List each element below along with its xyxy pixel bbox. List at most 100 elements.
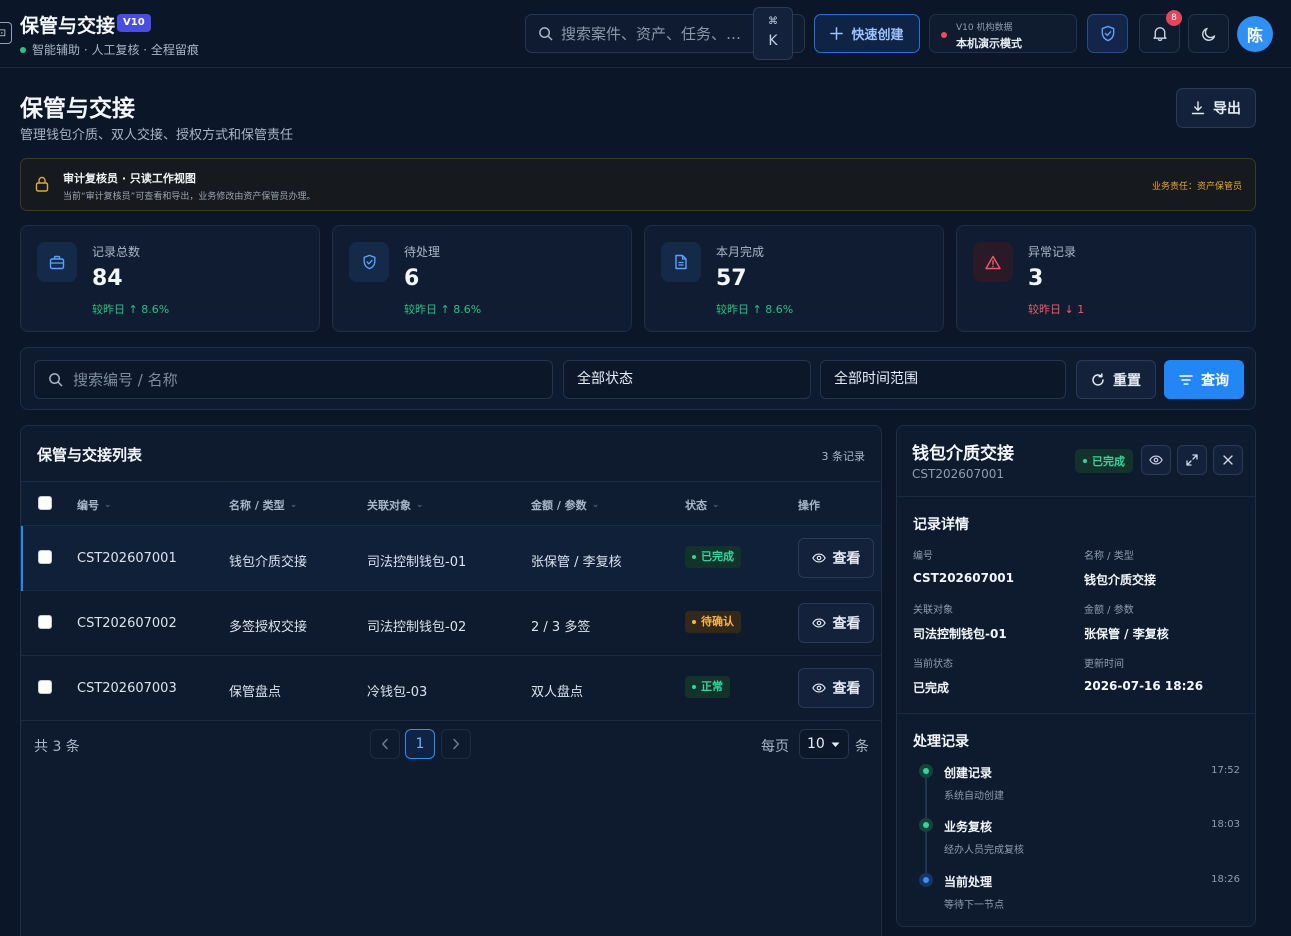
cell-name: 保管盘点 (229, 685, 282, 700)
view-label: 查看 (832, 551, 861, 567)
stat-value: 3 (1028, 266, 1044, 291)
view-label: 查看 (832, 681, 861, 697)
close-icon (1223, 455, 1233, 465)
timeline-dot-done (919, 764, 933, 778)
column-header-label: 金额 / 参数 (531, 499, 587, 512)
row-checkbox[interactable] (38, 680, 52, 694)
table-row[interactable]: CST202607002 多签授权交接 司法控制钱包-02 2 / 3 多签 待… (21, 591, 881, 656)
column-header-label: 编号 (77, 499, 99, 512)
reset-button[interactable]: 重置 (1076, 360, 1156, 399)
column-header-target[interactable]: 关联对象 ⌄ (367, 497, 424, 513)
readonly-notice: 审计复核员 · 只读工作视图 当前“审计复核员”可查看和导出，业务修改由资产保管… (20, 158, 1256, 211)
query-label: 查询 (1201, 372, 1229, 389)
view-button[interactable]: 查看 (798, 668, 874, 708)
record-search-placeholder: 搜索编号 / 名称 (73, 371, 178, 389)
table-row[interactable]: CST202607003 保管盘点 冷钱包-03 双人盘点 正常 查看 (21, 656, 881, 721)
field-label: 更新时间 (1084, 659, 1124, 670)
table-record-count: 3 条记录 (821, 450, 866, 463)
quick-create-button[interactable]: 快速创建 (814, 14, 920, 53)
timeline-item-sub: 等待下一节点 (944, 900, 1004, 911)
field-value: CST202607001 (913, 571, 1015, 585)
expand-button[interactable] (1177, 445, 1207, 475)
table-title: 保管与交接列表 (37, 446, 143, 464)
view-button[interactable]: 查看 (798, 538, 874, 578)
divider (897, 496, 1255, 497)
records-table-panel: 保管与交接列表 3 条记录 编号 ⌄ 名称 / 类型 ⌄ 关联对象 ⌄ 金额 / 参数… (20, 425, 882, 936)
time-range-select[interactable]: 全部时间范围 (820, 360, 1066, 399)
per-page-value: 10 (807, 736, 825, 752)
theme-toggle-button[interactable] (1188, 14, 1229, 53)
stat-label: 记录总数 (92, 245, 141, 259)
download-icon (1191, 101, 1205, 115)
column-header-id[interactable]: 编号 ⌄ (77, 497, 112, 513)
preview-button[interactable] (1141, 445, 1171, 475)
search-icon (539, 27, 553, 41)
cell-param: 2 / 3 多签 (531, 620, 591, 635)
column-header-param[interactable]: 金额 / 参数 ⌄ (531, 497, 599, 513)
sort-chevron-icon: ⌄ (712, 500, 720, 510)
detail-title: 钱包介质交接 (912, 444, 1014, 464)
security-button[interactable] (1087, 14, 1128, 53)
view-button[interactable]: 查看 (798, 603, 874, 643)
field-value: 2026-07-16 18:26 (1084, 679, 1204, 693)
record-search-input[interactable]: 搜索编号 / 名称 (34, 360, 553, 399)
cell-target: 司法控制钱包-01 (367, 555, 467, 570)
plus-icon (830, 27, 844, 40)
prev-page-button[interactable] (370, 729, 400, 759)
eye-icon (811, 553, 826, 563)
stat-card-total: 记录总数 84 较昨日 ↑ 8.6% (20, 225, 320, 332)
stat-value: 6 (404, 266, 420, 291)
moon-icon (1201, 27, 1215, 41)
per-page-label: 每页 (761, 739, 789, 755)
column-header-label: 操作 (798, 499, 820, 512)
notice-title: 审计复核员 · 只读工作视图 (63, 172, 196, 185)
next-page-button[interactable] (441, 729, 471, 759)
timeline-dot-current (919, 873, 933, 887)
cell-id: CST202607003 (77, 681, 177, 696)
query-button[interactable]: 查询 (1164, 360, 1244, 399)
detail-section-title: 记录详情 (913, 517, 969, 533)
column-header-status[interactable]: 状态 ⌄ (685, 497, 720, 513)
status-badge-label: 已完成 (701, 550, 734, 563)
user-avatar[interactable]: 陈 (1237, 16, 1273, 52)
lock-icon (35, 176, 49, 192)
online-status-dot (20, 46, 26, 53)
close-detail-button[interactable] (1213, 445, 1243, 475)
detail-id: CST202607001 (912, 467, 1005, 481)
table-row[interactable]: CST202607001 钱包介质交接 司法控制钱包-01 张保管 / 李复核 … (21, 526, 881, 591)
org-data-label: V10 机构数据 (956, 23, 1013, 33)
status-badge-label: 正常 (701, 680, 723, 693)
sort-chevron-icon: ⌄ (289, 500, 298, 510)
row-checkbox[interactable] (38, 550, 52, 564)
page-number-button[interactable]: 1 (405, 729, 435, 759)
column-header-name[interactable]: 名称 / 类型 ⌄ (229, 497, 297, 513)
app-logo-icon[interactable]: ⊡ (0, 22, 12, 44)
stat-trend: 较昨日 ↑ 8.6% (716, 303, 794, 316)
table-header: 编号 ⌄ 名称 / 类型 ⌄ 关联对象 ⌄ 金额 / 参数 ⌄ 状态 ⌄ 操作 (21, 481, 881, 526)
cell-param: 双人盘点 (531, 685, 584, 700)
detail-panel: 钱包介质交接 CST202607001 已完成 记录详情 编号 CST20260… (896, 425, 1256, 927)
detail-status-label: 已完成 (1092, 455, 1125, 468)
app-title: 保管与交接 (20, 15, 116, 37)
detail-status-badge: 已完成 (1075, 449, 1133, 473)
select-all-checkbox[interactable] (38, 496, 52, 510)
cell-target: 司法控制钱包-02 (367, 620, 467, 635)
timeline-item-time: 18:26 (1211, 874, 1240, 885)
status-badge-label: 待确认 (701, 615, 734, 628)
status-badge: 待确认 (685, 611, 741, 633)
stat-label: 待处理 (404, 245, 441, 259)
org-data-switch[interactable]: V10 机构数据 本机演示模式 (929, 14, 1077, 53)
stat-card-completed: 本月完成 57 较昨日 ↑ 8.6% (644, 225, 944, 332)
row-checkbox[interactable] (38, 615, 52, 629)
status-select[interactable]: 全部状态 (563, 360, 811, 399)
view-label: 查看 (832, 616, 861, 632)
shield-icon (363, 254, 376, 270)
stat-value: 57 (716, 266, 747, 291)
export-button[interactable]: 导出 (1176, 88, 1256, 128)
field-label: 当前状态 (913, 659, 953, 670)
filter-icon (1179, 374, 1193, 385)
per-page-select[interactable]: 10 (799, 729, 849, 759)
sort-chevron-icon: ⌄ (104, 500, 112, 510)
timeline-item-time: 18:03 (1211, 819, 1240, 830)
per-page-unit: 条 (855, 739, 869, 755)
